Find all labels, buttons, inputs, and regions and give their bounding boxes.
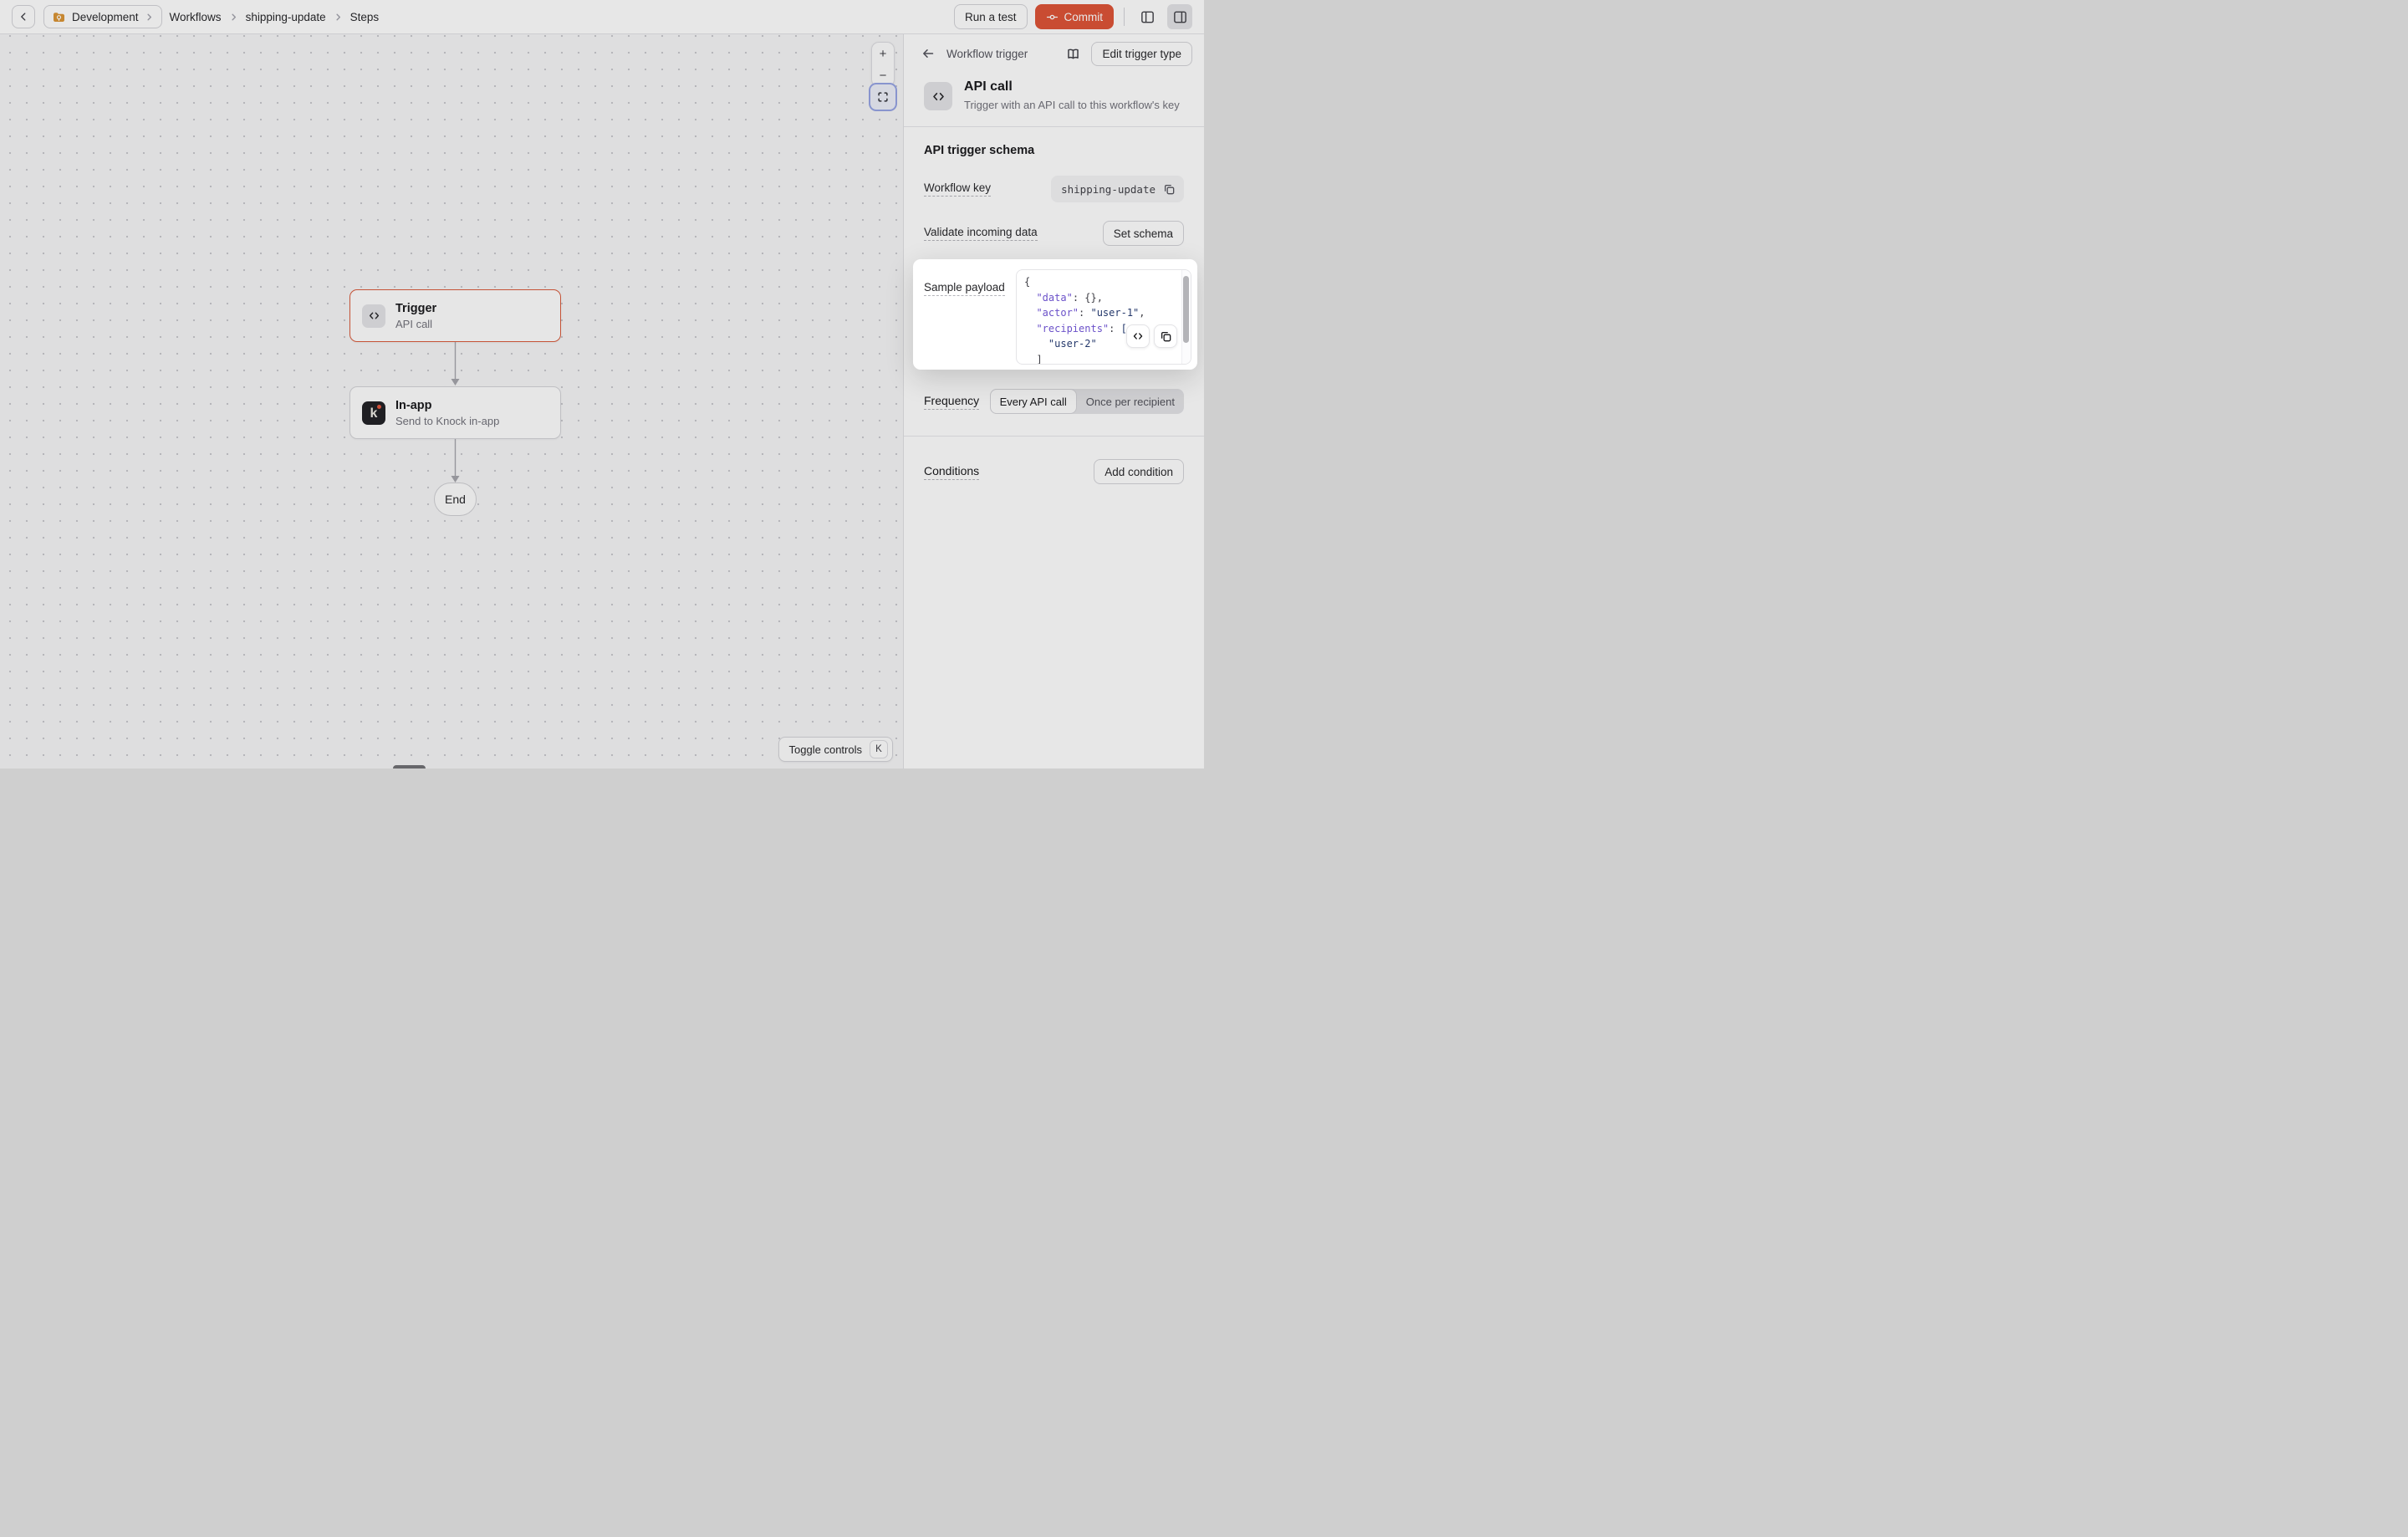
frequency-label: Frequency [924,394,979,410]
trigger-node[interactable]: Trigger API call [349,289,561,342]
trigger-settings-panel: Workflow trigger Edit trigger type API c… [903,34,1204,768]
code-icon [1132,330,1144,342]
inapp-node[interactable]: k In-app Send to Knock in-app [349,386,561,439]
book-icon [1066,47,1080,61]
arrow-left-icon [921,47,935,60]
environment-switcher[interactable]: Development [43,5,162,28]
breadcrumb-workflow-key[interactable]: shipping-update [246,11,326,23]
workflow-key-label: Workflow key [924,181,991,197]
chevron-right-icon [229,13,238,22]
panel-header: Workflow trigger Edit trigger type [904,34,1204,73]
commit-button[interactable]: Commit [1035,4,1115,29]
code-icon [362,304,385,328]
toggle-left-panel-button[interactable] [1135,4,1160,29]
copy-icon [1160,330,1172,343]
validate-row: Validate incoming data Set schema [904,221,1204,246]
sample-payload-spotlight: Sample payload { "data": {}, "actor": "u… [913,259,1197,370]
end-node[interactable]: End [434,483,477,516]
edge-connector [450,342,461,386]
panel-back-button[interactable] [917,43,939,64]
breadcrumb-steps[interactable]: Steps [350,11,380,23]
frequency-option-once-per-recipient[interactable]: Once per recipient [1077,389,1184,414]
frequency-segmented-control: Every API call Once per recipient [990,389,1184,414]
editor-scrollbar-thumb[interactable] [1183,276,1189,343]
conditions-label: Conditions [924,464,979,480]
bottom-peek-element [393,765,426,768]
fit-view-icon [876,90,890,104]
workflow-key-value: shipping-update [1051,176,1184,202]
copy-workflow-key-button[interactable] [1163,183,1176,196]
schema-section-heading: API trigger schema [924,144,1184,157]
breadcrumb-workflows[interactable]: Workflows [170,11,222,23]
workflow-key-row: Workflow key shipping-update [904,176,1204,202]
copy-payload-button[interactable] [1154,324,1177,348]
edge-connector [450,439,461,483]
frequency-option-every-api-call[interactable]: Every API call [990,389,1077,414]
zoom-controls: + − [871,42,895,87]
sample-payload-code: { "data": {}, "actor": "user-1", "recipi… [1017,270,1181,364]
panel-right-icon [1172,9,1188,25]
trigger-type-summary: API call Trigger with an API call to thi… [904,73,1204,126]
folder-icon [52,10,66,24]
docs-button[interactable] [1062,43,1084,64]
edit-payload-button[interactable] [1126,324,1150,348]
sample-payload-editor[interactable]: { "data": {}, "actor": "user-1", "recipi… [1016,269,1191,365]
trigger-node-title: Trigger [395,301,436,317]
top-bar: Development Workflows shipping-update St… [0,0,1204,34]
toggle-right-panel-button[interactable] [1167,4,1192,29]
add-condition-button[interactable]: Add condition [1094,459,1184,484]
copy-icon [1163,183,1176,196]
zoom-in-button[interactable]: + [872,43,894,64]
inapp-node-subtitle: Send to Knock in-app [395,414,499,428]
breadcrumb-environment: Development [72,11,139,23]
inapp-node-title: In-app [395,398,499,414]
trigger-type-title: API call [964,79,1180,94]
git-commit-icon [1046,11,1059,23]
toggle-controls-button[interactable]: Toggle controls K [778,737,893,762]
section-divider [904,126,1204,127]
keyboard-shortcut-badge: K [870,740,888,758]
panel-left-icon [1140,9,1156,25]
toolbar-divider [1124,8,1125,26]
fit-view-button[interactable] [869,83,897,111]
run-test-button[interactable]: Run a test [954,4,1028,29]
chevron-right-icon [145,13,154,22]
trigger-node-subtitle: API call [395,317,436,331]
panel-title: Workflow trigger [946,48,1028,60]
editor-scrollbar [1181,270,1191,364]
edit-trigger-type-button[interactable]: Edit trigger type [1091,42,1192,66]
code-icon [924,82,952,110]
section-divider [904,436,1204,437]
app-window: Development Workflows shipping-update St… [0,0,1204,768]
workflow-canvas[interactable]: + − Trigger API call k In-app [0,34,903,768]
knock-logo-icon: k [362,401,385,425]
breadcrumb: Development Workflows shipping-update St… [43,5,379,28]
chevron-right-icon [334,13,343,22]
back-button[interactable] [12,5,35,28]
frequency-row: Frequency Every API call Once per recipi… [904,389,1204,414]
chevron-left-icon [18,11,29,23]
sample-payload-label: Sample payload [924,281,1005,296]
set-schema-button[interactable]: Set schema [1103,221,1184,246]
conditions-row: Conditions Add condition [904,459,1204,484]
trigger-type-description: Trigger with an API call to this workflo… [964,99,1180,111]
validate-label: Validate incoming data [924,226,1038,241]
